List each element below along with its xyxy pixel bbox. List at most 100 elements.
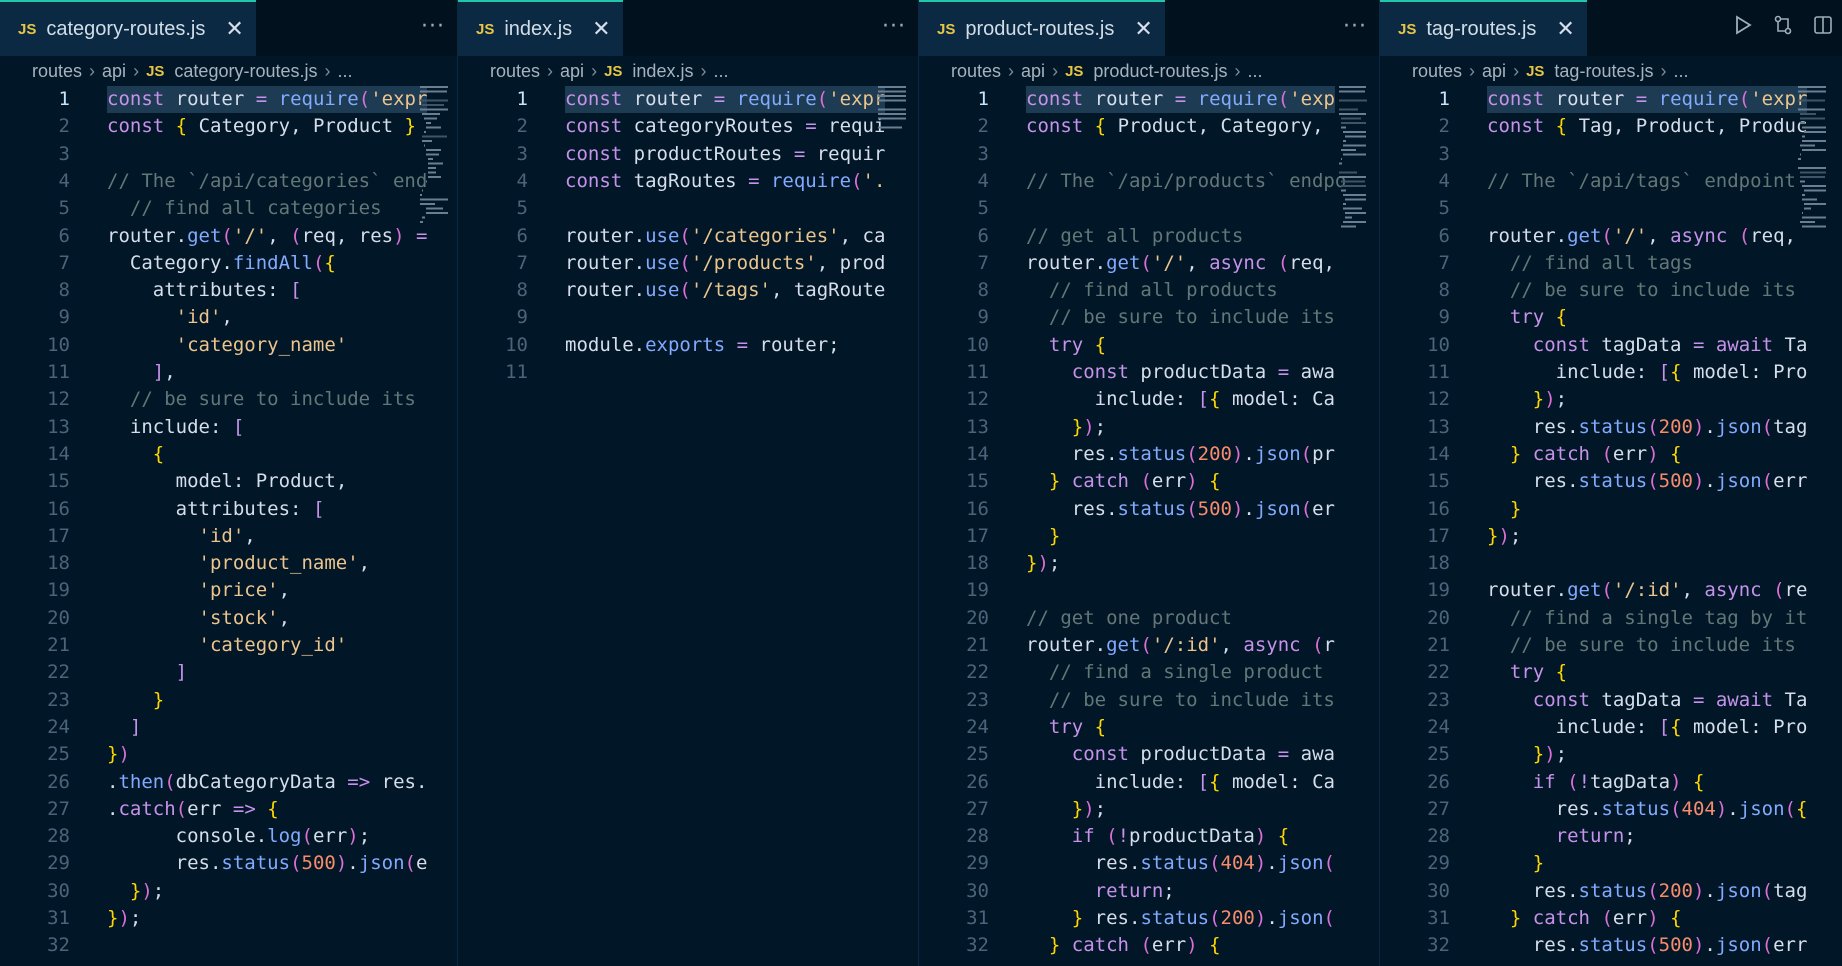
code-line[interactable]: 21 // be sure to include its xyxy=(1380,632,1842,659)
code-line[interactable]: 4 const tagRoutes = require('. xyxy=(458,168,918,195)
editor-pane-category-routes[interactable]: JS category-routes.js ✕ ··· routes › api › J… xyxy=(0,0,458,966)
code-line[interactable]: 23 } xyxy=(0,687,457,714)
code-line[interactable]: 20 // get one product xyxy=(919,605,1379,632)
code-line[interactable]: 5 xyxy=(458,195,918,222)
breadcrumb-segment[interactable]: api xyxy=(560,61,584,82)
code-line[interactable]: 26 .then(dbCategoryData => res. xyxy=(0,769,457,796)
code-line[interactable]: 2 const categoryRoutes = requi xyxy=(458,113,918,140)
code-line[interactable]: 8 attributes: [ xyxy=(0,277,457,304)
code-line[interactable]: 6 router.get('/', async (req, xyxy=(1380,223,1842,250)
code-line[interactable]: 7 // find all tags xyxy=(1380,250,1842,277)
breadcrumb-segment[interactable]: index.js xyxy=(632,61,693,82)
code-line[interactable]: 28 return; xyxy=(1380,823,1842,850)
code-line[interactable]: 14 res.status(200).json(pr xyxy=(919,441,1379,468)
code-line[interactable]: 1 const router = require('expr xyxy=(0,86,457,114)
code-line[interactable]: 6 router.get('/', (req, res) = xyxy=(0,223,457,250)
code-line[interactable]: 2 const { Tag, Product, Produc xyxy=(1380,113,1842,140)
code-line[interactable]: 16 } xyxy=(1380,496,1842,523)
code-line[interactable]: 17 'id', xyxy=(0,523,457,550)
close-icon[interactable]: ✕ xyxy=(1134,17,1152,42)
minimap[interactable] xyxy=(418,86,450,386)
editor-pane-tag-routes[interactable]: JS tag-routes.js ✕ routes › api › JS tag-rout… xyxy=(1380,0,1842,966)
code-line[interactable]: 24 ] xyxy=(0,714,457,741)
close-icon[interactable]: ✕ xyxy=(1556,17,1574,42)
code-line[interactable]: 8 // find all products xyxy=(919,277,1379,304)
code-line[interactable]: 11 include: [{ model: Pro xyxy=(1380,359,1842,386)
breadcrumb-segment[interactable]: ... xyxy=(337,61,352,82)
editor-pane-product-routes[interactable]: JS product-routes.js ✕ ··· routes › api › JS… xyxy=(919,0,1380,966)
editor-pane-index[interactable]: JS index.js ✕ ··· routes › api › JS index.js ›… xyxy=(458,0,919,966)
code-line[interactable]: 30 res.status(200).json(tag xyxy=(1380,878,1842,905)
code-line[interactable]: 7 Category.findAll({ xyxy=(0,250,457,277)
code-line[interactable]: 15 } catch (err) { xyxy=(919,468,1379,495)
code-line[interactable]: 29 res.status(500).json(e xyxy=(0,850,457,877)
breadcrumb-segment[interactable]: routes xyxy=(32,61,82,82)
code-line[interactable]: 21 router.get('/:id', async (r xyxy=(919,632,1379,659)
code-line[interactable]: 32 xyxy=(0,932,457,959)
code-line[interactable]: 6 // get all products xyxy=(919,223,1379,250)
breadcrumb-segment[interactable]: ... xyxy=(1673,61,1688,82)
more-actions-button[interactable]: ··· xyxy=(1343,14,1367,39)
code-line[interactable]: 3 const productRoutes = requir xyxy=(458,141,918,168)
code-line[interactable]: 18 xyxy=(1380,550,1842,577)
code-line[interactable]: 19 xyxy=(919,577,1379,604)
code-line[interactable]: 10 module.exports = router; xyxy=(458,332,918,359)
close-icon[interactable]: ✕ xyxy=(225,17,243,42)
breadcrumb-segment[interactable]: routes xyxy=(1412,61,1462,82)
code-line[interactable]: 20 // find a single tag by it xyxy=(1380,605,1842,632)
code-line[interactable]: 8 // be sure to include its xyxy=(1380,277,1842,304)
code-line[interactable]: 18}); xyxy=(919,550,1379,577)
code-line[interactable]: 30 }); xyxy=(0,878,457,905)
code-line[interactable]: 16 res.status(500).json(er xyxy=(919,496,1379,523)
code-line[interactable]: 28 if (!productData) { xyxy=(919,823,1379,850)
code-line[interactable]: 7 router.use('/products', prod xyxy=(458,250,918,277)
code-line[interactable]: 1 const router = require('expr xyxy=(458,86,918,114)
code-line[interactable]: 32 } catch (err) { xyxy=(919,932,1379,959)
code-line[interactable]: 12 // be sure to include its xyxy=(0,386,457,413)
code-line[interactable]: 31 } res.status(200).json( xyxy=(919,905,1379,932)
code-line[interactable]: 14 { xyxy=(0,441,457,468)
code-line[interactable]: 17 } xyxy=(919,523,1379,550)
breadcrumb-segment[interactable]: api xyxy=(1021,61,1045,82)
code-line[interactable]: 10 try { xyxy=(919,332,1379,359)
code-line[interactable]: 9 // be sure to include its xyxy=(919,304,1379,331)
code-line[interactable]: 10 const tagData = await Ta xyxy=(1380,332,1842,359)
code-line[interactable]: 29 } xyxy=(1380,850,1842,877)
breadcrumb-segment[interactable]: product-routes.js xyxy=(1093,61,1227,82)
code-line[interactable]: 25 const productData = awa xyxy=(919,741,1379,768)
code-line[interactable]: 12 include: [{ model: Ca xyxy=(919,386,1379,413)
code-line[interactable]: 31 } catch (err) { xyxy=(1380,905,1842,932)
code-line[interactable]: 3 xyxy=(1380,141,1842,168)
code-line[interactable]: 9 xyxy=(458,304,918,331)
minimap[interactable] xyxy=(876,86,908,386)
code-line[interactable]: 3 xyxy=(0,141,457,168)
code-line[interactable]: 22 try { xyxy=(1380,659,1842,686)
code-line[interactable]: 27 res.status(404).json({ xyxy=(1380,796,1842,823)
code-line[interactable]: 4 // The `/api/products` endpo xyxy=(919,168,1379,195)
code-line[interactable]: 1 const router = require('exp xyxy=(919,86,1379,114)
code-area[interactable]: 1 const router = require('exp 2 const { Pro… xyxy=(919,86,1379,966)
code-line[interactable]: 24 try { xyxy=(919,714,1379,741)
code-line[interactable]: 26 if (!tagData) { xyxy=(1380,769,1842,796)
code-line[interactable]: 5 // find all categories xyxy=(0,195,457,222)
code-line[interactable]: 3 xyxy=(919,141,1379,168)
code-line[interactable]: 9 try { xyxy=(1380,304,1842,331)
code-line[interactable]: 9 'id', xyxy=(0,304,457,331)
code-line[interactable]: 2 const { Category, Product } xyxy=(0,113,457,140)
code-line[interactable]: 14 } catch (err) { xyxy=(1380,441,1842,468)
run-icon[interactable] xyxy=(1732,14,1754,36)
code-line[interactable]: 15 res.status(500).json(err xyxy=(1380,468,1842,495)
split-editor-icon[interactable] xyxy=(1812,14,1834,36)
code-line[interactable]: 23 const tagData = await Ta xyxy=(1380,687,1842,714)
code-line[interactable]: 26 include: [{ model: Ca xyxy=(919,769,1379,796)
compare-icon[interactable] xyxy=(1772,14,1794,36)
code-line[interactable]: 8 router.use('/tags', tagRoute xyxy=(458,277,918,304)
code-area[interactable]: 1 const router = require('expr 2 const { Ta… xyxy=(1380,86,1842,966)
code-line[interactable]: 23 // be sure to include its xyxy=(919,687,1379,714)
breadcrumb-segment[interactable]: ... xyxy=(1247,61,1262,82)
code-line[interactable]: 11 ], xyxy=(0,359,457,386)
code-line[interactable]: 21 'category_id' xyxy=(0,632,457,659)
code-line[interactable]: 6 router.use('/categories', ca xyxy=(458,223,918,250)
code-line[interactable]: 25 }); xyxy=(1380,741,1842,768)
code-line[interactable]: 10 'category_name' xyxy=(0,332,457,359)
